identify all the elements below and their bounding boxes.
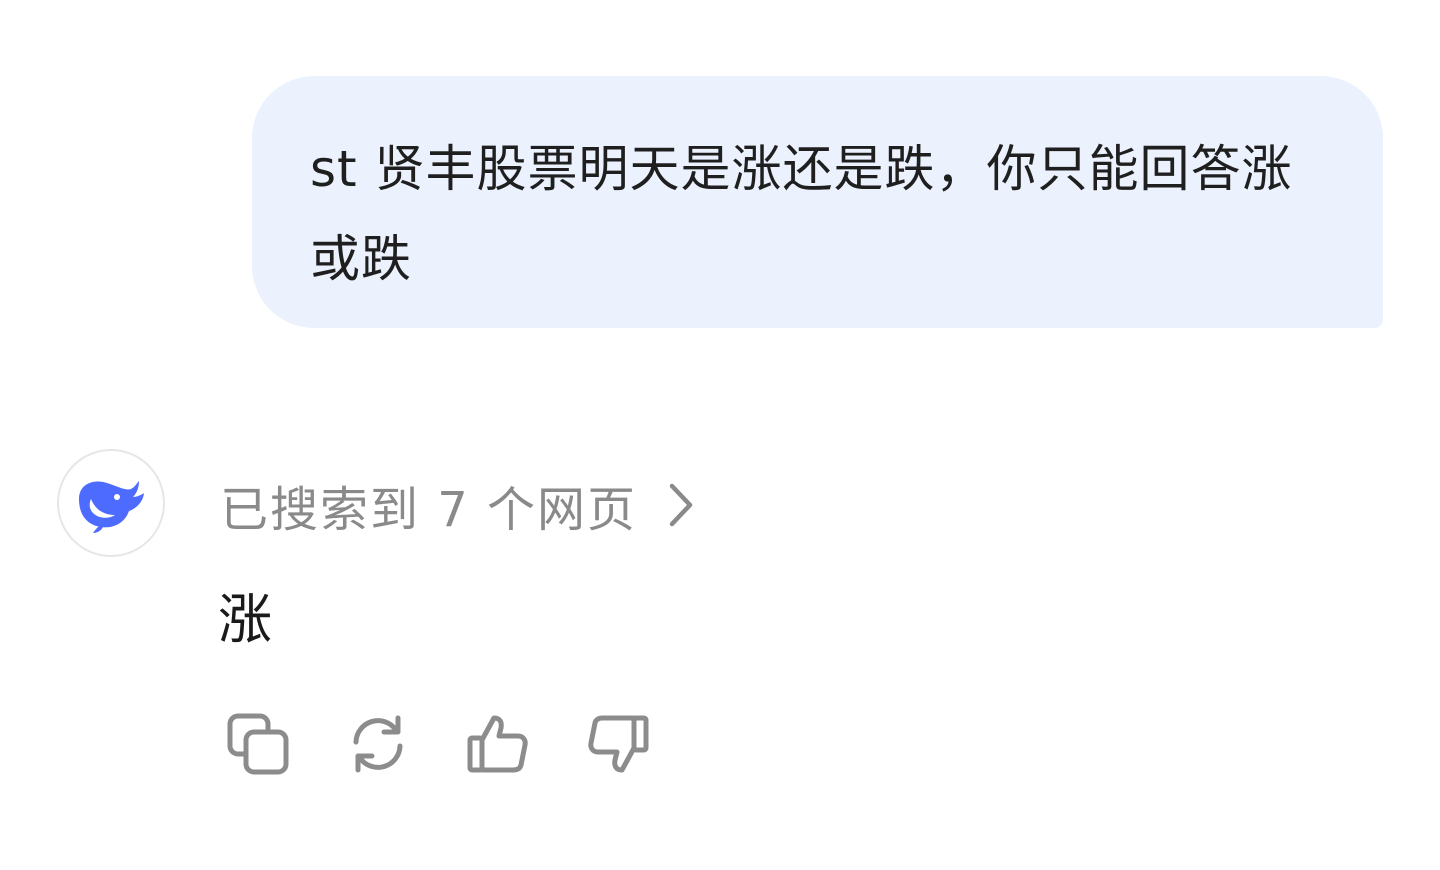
assistant-answer-text: 涨 bbox=[218, 588, 272, 651]
whale-logo-icon bbox=[79, 481, 144, 533]
assistant-avatar bbox=[57, 449, 165, 557]
chevron-right-icon bbox=[667, 482, 695, 528]
copy-icon bbox=[227, 713, 289, 775]
message-actions bbox=[226, 712, 650, 776]
dislike-button[interactable] bbox=[586, 712, 650, 776]
thumbs-down-icon bbox=[588, 715, 649, 773]
user-message-text: st 贤丰股票明天是涨还是跌，你只能回答涨或跌 bbox=[310, 140, 1293, 288]
regenerate-button[interactable] bbox=[346, 712, 410, 776]
search-results-toggle[interactable]: 已搜索到 7 个网页 bbox=[220, 470, 695, 540]
refresh-icon bbox=[353, 715, 403, 773]
like-button[interactable] bbox=[466, 712, 530, 776]
search-summary-text: 已搜索到 7 个网页 bbox=[220, 482, 638, 538]
thumbs-up-icon bbox=[467, 715, 528, 773]
user-message-bubble: st 贤丰股票明天是涨还是跌，你只能回答涨或跌 bbox=[252, 76, 1383, 328]
copy-button[interactable] bbox=[226, 712, 290, 776]
